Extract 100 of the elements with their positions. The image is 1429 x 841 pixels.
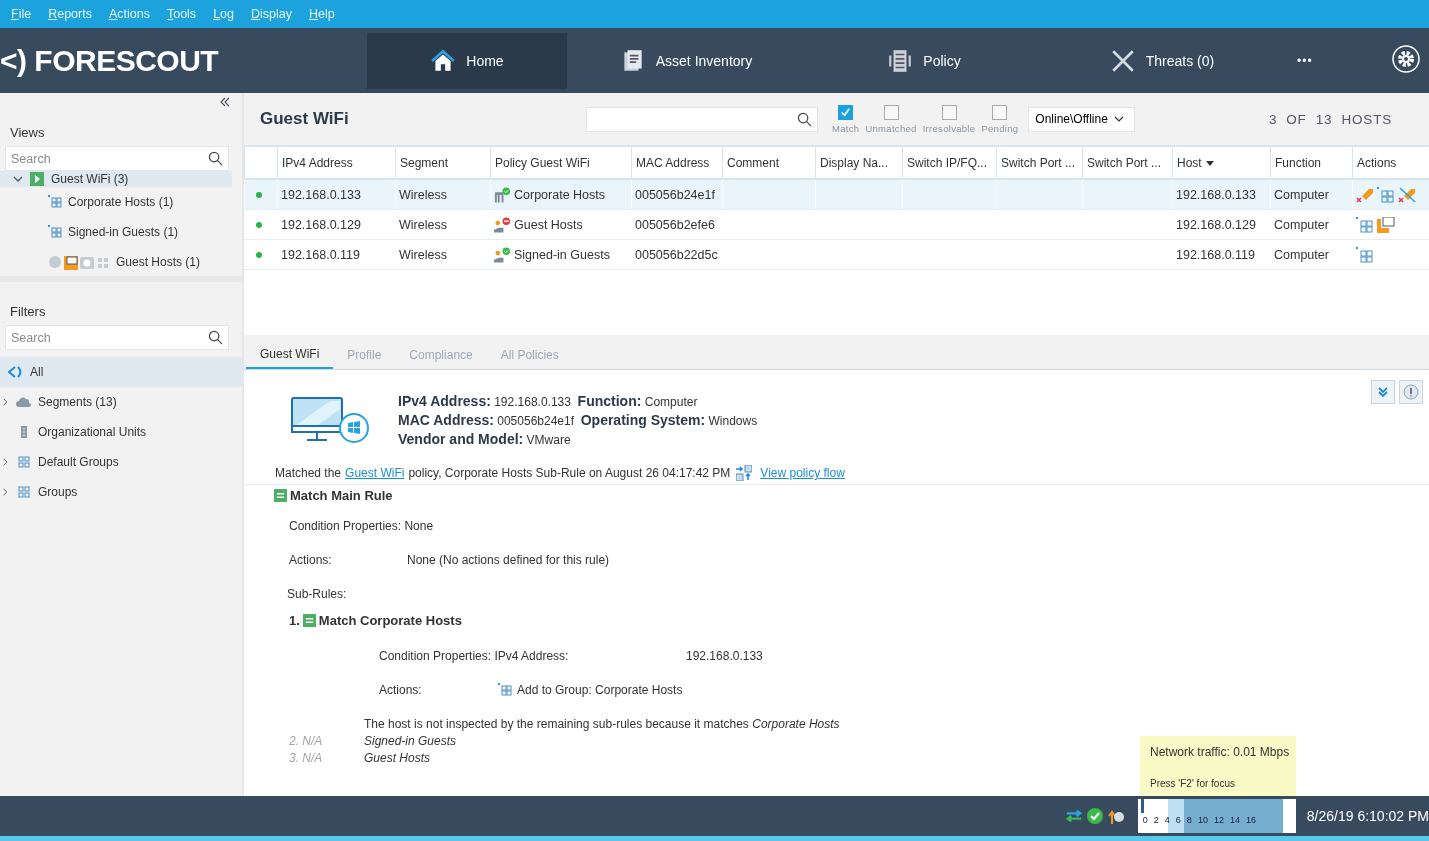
nav-tab[interactable]: Asset Inventory bbox=[567, 33, 805, 89]
host-count: 3 OF 13 HOSTS bbox=[1268, 111, 1392, 127]
rule-title: Match Main Rule bbox=[290, 487, 393, 503]
search-field[interactable]: Search bbox=[5, 325, 229, 350]
tree-label: Corporate Hosts (1) bbox=[68, 195, 174, 209]
table-cell: Guest Hosts bbox=[514, 217, 583, 232]
table-cell: 192.168.0.129 bbox=[1172, 209, 1271, 240]
table-cell: Wireless bbox=[395, 209, 491, 240]
table-cell: 192.168.0.129 bbox=[277, 209, 396, 240]
filter-label: Default Groups bbox=[38, 455, 119, 469]
search-icon bbox=[208, 151, 223, 166]
table-cell: Wireless bbox=[395, 179, 491, 210]
subrules-label: Sub-Rules: bbox=[286, 587, 348, 601]
filter-item[interactable]: Groups bbox=[0, 477, 242, 507]
actions-label: Actions: bbox=[289, 553, 333, 567]
chevron-icon bbox=[13, 174, 23, 184]
checkbox[interactable] bbox=[883, 104, 899, 120]
table-cell: Computer bbox=[1270, 239, 1353, 270]
settings-icon[interactable] bbox=[1391, 44, 1421, 74]
chevron-icon bbox=[1113, 116, 1124, 122]
filter-item[interactable]: Organizational Units bbox=[0, 417, 242, 447]
tooltip-text: Network traffic: 0.01 Mbps bbox=[1150, 745, 1291, 759]
table-cell: Signed-in Guests bbox=[514, 247, 610, 262]
table-cell: Computer bbox=[1270, 179, 1353, 210]
meter-tick-label: 6 bbox=[1175, 815, 1181, 825]
search-field[interactable]: Search bbox=[5, 146, 229, 171]
table-row[interactable]: 192.168.0.129 Wireless Guest Hosts 005056b2efe6 192.168.0.129 Computer bbox=[244, 209, 1429, 240]
tree-label: Guest WiFi (3) bbox=[51, 172, 129, 186]
meter-tick-label: 0 bbox=[1142, 815, 1148, 825]
device-icons-drawing bbox=[48, 254, 110, 270]
tree-item[interactable]: Guest WiFi (3) bbox=[0, 171, 232, 187]
subrule-number: 3. N/A bbox=[288, 751, 324, 765]
action-value: Add to Group: Corporate Hosts bbox=[517, 683, 683, 697]
rule-note: The host is not inspected by the remaining sub-rules because it matches Corporate Hosts bbox=[363, 717, 841, 731]
checkbox[interactable] bbox=[838, 104, 854, 120]
table-row[interactable]: 192.168.0.119 Wireless Signed-in Guests 005056b22d5c 192.168.0.119 Computer bbox=[244, 239, 1429, 270]
table-row[interactable]: 192.168.0.133 Wireless Corporate Hosts 005056b24e1f 192.168.0.133 Computer bbox=[244, 179, 1429, 210]
status-datetime: 8/26/19 6:10:02 PM bbox=[1306, 808, 1429, 824]
group-icon bbox=[16, 456, 32, 468]
nav-tab[interactable]: Policy bbox=[805, 33, 1043, 89]
group-icon[interactable] bbox=[1356, 246, 1374, 263]
meter-tick-label: 8 bbox=[1186, 815, 1192, 825]
network-icon[interactable] bbox=[1377, 216, 1395, 233]
group-icon[interactable] bbox=[1356, 216, 1374, 233]
host-property: Vendor and Model: VMware bbox=[398, 430, 572, 449]
checkbox[interactable] bbox=[992, 104, 1008, 120]
tree-item[interactable]: Signed-in Guests (1) bbox=[0, 217, 242, 247]
tag-icon[interactable] bbox=[1356, 186, 1374, 203]
expand-icon[interactable] bbox=[1371, 380, 1395, 404]
status-dropdown[interactable]: Online\Offline bbox=[1028, 106, 1135, 132]
rule-condition: Condition Properties: None bbox=[288, 519, 435, 533]
policy-flow-link[interactable]: View policy flow bbox=[760, 466, 845, 480]
checkbox-label: Match bbox=[832, 122, 860, 134]
search-field[interactable] bbox=[586, 106, 818, 132]
section-title: Filters bbox=[9, 303, 47, 321]
filter-item[interactable]: Segments (13) bbox=[0, 387, 242, 417]
group-icon[interactable] bbox=[1377, 186, 1395, 203]
nav-tab[interactable]: Home bbox=[367, 33, 567, 89]
tree-item[interactable]: Corporate Hosts (1) bbox=[0, 187, 242, 217]
condition-label: Condition Properties: IPv4 Address: bbox=[379, 649, 570, 663]
table-cell: 005056b22d5c bbox=[631, 239, 723, 270]
more-button[interactable]: ••• bbox=[1291, 33, 1319, 89]
info-icon[interactable] bbox=[1399, 380, 1423, 404]
sync-arrows-icon bbox=[1064, 808, 1083, 824]
home-icon bbox=[430, 48, 457, 74]
table-cell: Corporate Hosts bbox=[514, 187, 605, 202]
chevron-icon bbox=[2, 487, 10, 497]
computer-icon bbox=[290, 395, 370, 446]
checkbox[interactable] bbox=[941, 104, 957, 120]
search-icon bbox=[208, 330, 223, 345]
filter-item[interactable]: Default Groups bbox=[0, 447, 242, 477]
checkbox-label: Pending bbox=[981, 122, 1019, 134]
table-cell: 005056b24e1f bbox=[631, 179, 723, 210]
filter-label: Organizational Units bbox=[38, 425, 147, 439]
tree-item[interactable]: Guest Hosts (1) bbox=[0, 247, 242, 276]
collapse-icon[interactable] bbox=[220, 97, 230, 107]
building-check-icon bbox=[494, 186, 511, 203]
tag-icon[interactable] bbox=[1398, 186, 1416, 203]
section-title: Views bbox=[9, 124, 46, 142]
host-property: MAC Address: 005056b24e1f Operating System: Windows bbox=[398, 411, 758, 430]
table-cell: 192.168.0.133 bbox=[277, 179, 396, 210]
policy-link[interactable]: Guest WiFi bbox=[345, 466, 405, 480]
search-icon bbox=[797, 111, 812, 127]
filter-item[interactable]: All bbox=[0, 357, 242, 387]
group-icon bbox=[16, 486, 32, 498]
subrule-number: 2. N/A bbox=[288, 734, 324, 748]
host-property: IPv4 Address: 192.168.0.133 Function: Computer bbox=[398, 392, 699, 411]
person-blocked-icon bbox=[494, 216, 511, 233]
meter-tick-label: 2 bbox=[1153, 815, 1159, 825]
nav-tab[interactable]: Threats (0) bbox=[1043, 33, 1281, 89]
filter-label: Segments (13) bbox=[38, 395, 117, 409]
table-cell: 192.168.0.119 bbox=[277, 239, 396, 270]
check-icon bbox=[1085, 808, 1104, 824]
match-text: Matched the bbox=[275, 466, 342, 480]
subrule-number: 1. bbox=[289, 612, 300, 628]
subrule-name: Guest Hosts bbox=[364, 751, 431, 765]
logo: <) FORESCOUT bbox=[0, 43, 220, 78]
condition-value: 192.168.0.133 bbox=[686, 649, 763, 663]
group-icon bbox=[498, 683, 512, 697]
subrule-name: Signed-in Guests bbox=[364, 734, 457, 748]
